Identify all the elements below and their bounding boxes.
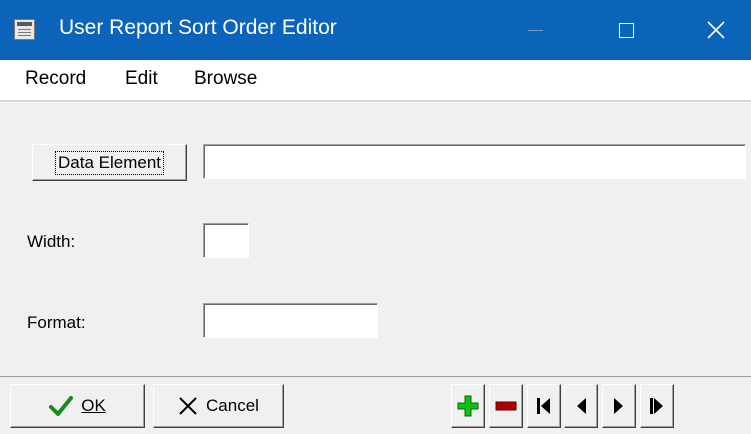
- menu-record[interactable]: Record: [25, 68, 86, 90]
- first-record-icon: [537, 398, 550, 414]
- report-app-icon[interactable]: [14, 19, 35, 40]
- first-record-button[interactable]: [527, 384, 561, 428]
- menu-divider: [0, 100, 751, 103]
- data-element-field[interactable]: [203, 144, 746, 179]
- cancel-button[interactable]: Cancel: [153, 384, 284, 428]
- previous-record-button[interactable]: [564, 384, 598, 428]
- minimize-button[interactable]: [505, 0, 565, 60]
- menu-edit[interactable]: Edit: [125, 68, 158, 90]
- previous-record-icon: [577, 398, 586, 414]
- close-button[interactable]: [686, 0, 746, 60]
- maximize-icon: [618, 22, 634, 38]
- maximize-button[interactable]: [596, 0, 656, 60]
- width-label: Width:: [27, 232, 76, 251]
- minimize-icon: [527, 29, 543, 31]
- checkmark-icon: [49, 396, 74, 416]
- cancel-x-icon: [179, 397, 197, 415]
- next-record-icon: [614, 398, 623, 414]
- delete-record-icon: [495, 401, 517, 411]
- title-bar[interactable]: User Report Sort Order Editor: [0, 0, 751, 60]
- add-record-icon: [457, 395, 479, 417]
- last-record-button[interactable]: [640, 384, 674, 428]
- menu-bar: Record Edit Browse: [0, 60, 751, 100]
- ok-button[interactable]: OK: [10, 384, 145, 428]
- add-record-button[interactable]: [451, 384, 485, 428]
- data-element-label: Data Element: [55, 150, 164, 175]
- window-title: User Report Sort Order Editor: [59, 16, 337, 39]
- footer-divider: [0, 376, 751, 377]
- next-record-button[interactable]: [602, 384, 636, 428]
- width-field[interactable]: [203, 223, 249, 258]
- menu-browse[interactable]: Browse: [194, 68, 257, 90]
- delete-record-button[interactable]: [489, 384, 523, 428]
- format-field[interactable]: [203, 303, 378, 338]
- close-icon: [707, 21, 725, 39]
- cancel-label: Cancel: [206, 396, 259, 415]
- data-element-button[interactable]: Data Element: [32, 144, 187, 181]
- format-label: Format:: [27, 313, 86, 332]
- ok-label: OK: [81, 396, 106, 415]
- last-record-icon: [650, 398, 663, 414]
